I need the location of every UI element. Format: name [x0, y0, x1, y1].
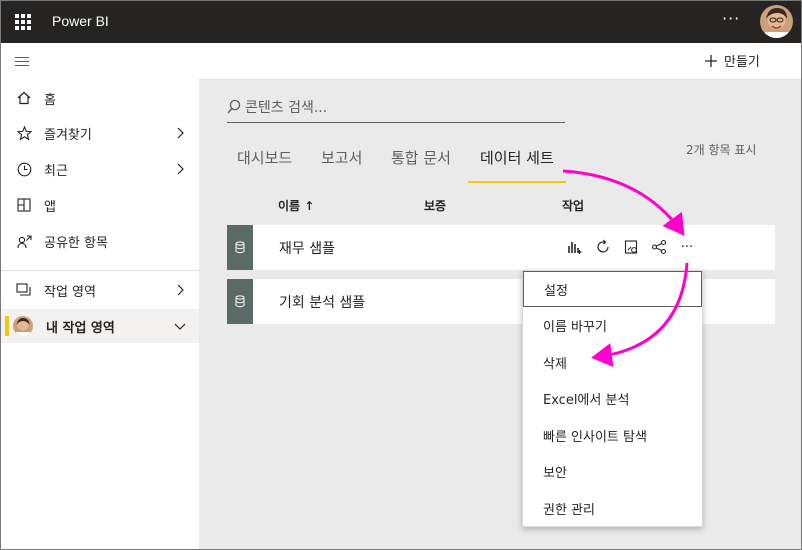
tab-reports[interactable]: 보고서 — [321, 147, 362, 183]
search-box[interactable] — [227, 97, 565, 123]
sidebar-divider — [1, 270, 199, 271]
menu-item-security[interactable]: 보안 — [523, 453, 702, 489]
column-header-name[interactable]: 이름 ↑ — [278, 197, 314, 214]
tab-dashboards[interactable]: 대시보드 — [237, 147, 292, 183]
more-options-icon[interactable]: ··· — [677, 237, 697, 257]
plus-icon — [705, 54, 717, 67]
table-row[interactable]: 재무 샘플 ··· — [227, 225, 775, 270]
create-report-icon[interactable] — [565, 237, 585, 257]
shared-with-me-icon — [15, 232, 33, 250]
dataset-name[interactable]: 재무 샘플 — [279, 238, 335, 258]
menu-item-analyze-in-excel[interactable]: Excel에서 분석 — [523, 380, 702, 416]
schedule-refresh-icon[interactable] — [621, 237, 641, 257]
home-icon — [15, 89, 33, 107]
selected-indicator — [5, 316, 9, 336]
sidebar-item-apps[interactable]: 앱 — [1, 188, 199, 222]
create-button[interactable]: 만들기 — [704, 51, 760, 70]
column-header-endorsement: 보증 — [424, 199, 447, 213]
avatar[interactable] — [760, 5, 793, 38]
search-input[interactable] — [245, 98, 555, 118]
menu-item-rename[interactable]: 이름 바꾸기 — [523, 307, 702, 343]
sidebar-item-workspaces[interactable]: 작업 영역 — [1, 273, 199, 307]
app-title: Power BI — [52, 13, 109, 29]
chevron-right-icon[interactable] — [173, 283, 187, 297]
database-icon — [227, 279, 253, 324]
menu-item-delete[interactable]: 삭제 — [523, 344, 702, 380]
item-count: 2개 항목 표시 — [686, 143, 757, 157]
star-icon — [15, 124, 33, 142]
tab-datasets[interactable]: 데이터 세트 — [468, 147, 566, 183]
sidebar-item-my-workspace[interactable]: 내 작업 영역 — [1, 309, 199, 343]
share-icon[interactable] — [649, 237, 669, 257]
menu-item-manage-permissions[interactable]: 권한 관리 — [523, 490, 702, 526]
sidebar: 홈 즐겨찾기 최근 앱 공유한 항목 작업 영역 내 작업 영역 — [1, 43, 199, 549]
chevron-down-icon[interactable] — [173, 319, 187, 333]
sidebar-item-label: 홈 — [44, 92, 56, 108]
sidebar-item-label: 최근 — [44, 163, 68, 179]
avatar — [13, 316, 33, 336]
column-header-actions: 작업 — [562, 199, 585, 213]
chevron-right-icon[interactable] — [173, 162, 187, 176]
database-icon — [227, 225, 253, 270]
menu-item-settings[interactable]: 설정 — [523, 271, 702, 307]
waffle-icon[interactable] — [15, 14, 31, 30]
more-options-icon[interactable]: ··· — [722, 9, 740, 28]
row-actions: ··· — [565, 237, 697, 257]
sidebar-item-favorites[interactable]: 즐겨찾기 — [1, 116, 199, 150]
context-menu: 설정 이름 바꾸기 삭제 Excel에서 분석 빠른 인사이트 탐색 보안 권한… — [522, 270, 703, 527]
search-icon — [227, 99, 241, 114]
workspaces-icon — [15, 281, 33, 299]
dataset-name[interactable]: 기회 분석 샘플 — [279, 292, 365, 312]
menu-item-quick-insights[interactable]: 빠른 인사이트 탐색 — [523, 417, 702, 453]
tab-workbooks[interactable]: 통합 문서 — [391, 147, 451, 183]
command-bar: 만들기 — [199, 43, 801, 80]
create-button-label: 만들기 — [724, 55, 760, 70]
sidebar-item-shared[interactable]: 공유한 항목 — [1, 224, 199, 258]
top-bar: Power BI ··· — [1, 1, 801, 43]
sidebar-item-label: 즐겨찾기 — [44, 127, 92, 143]
sidebar-item-home[interactable]: 홈 — [1, 81, 199, 115]
sidebar-item-label: 작업 영역 — [44, 284, 96, 300]
hamburger-menu-icon[interactable] — [15, 57, 29, 69]
apps-icon — [15, 196, 33, 214]
sidebar-item-label: 내 작업 영역 — [46, 320, 115, 336]
sidebar-item-recent[interactable]: 최근 — [1, 152, 199, 186]
clock-icon — [15, 160, 33, 178]
refresh-icon[interactable] — [593, 237, 613, 257]
chevron-right-icon[interactable] — [173, 126, 187, 140]
sidebar-item-label: 앱 — [44, 199, 56, 215]
sidebar-item-label: 공유한 항목 — [44, 235, 108, 251]
